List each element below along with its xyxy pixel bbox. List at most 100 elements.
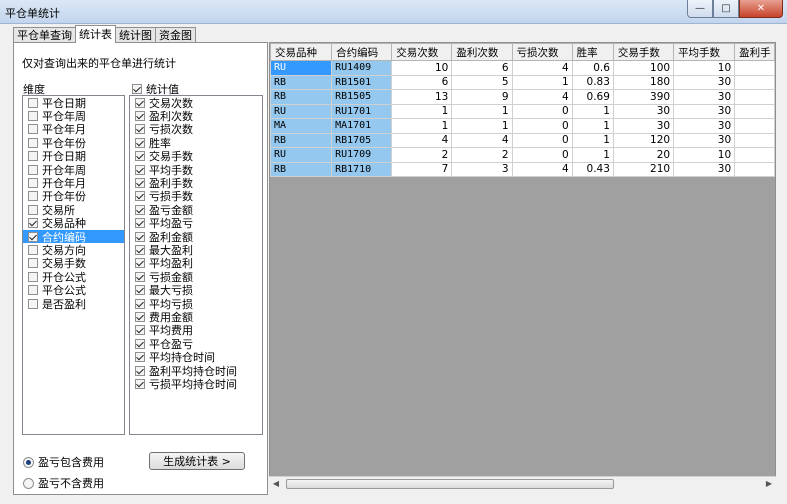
radio-exclude-indicator[interactable] bbox=[23, 477, 34, 489]
table-cell[interactable]: 30 bbox=[673, 161, 736, 177]
table-cell[interactable] bbox=[734, 89, 775, 105]
table-cell[interactable]: 1 bbox=[571, 132, 614, 148]
table-cell[interactable]: 0 bbox=[511, 118, 573, 134]
table-cell[interactable] bbox=[734, 103, 775, 119]
stat-checkbox[interactable] bbox=[135, 352, 145, 363]
stat-checkbox[interactable] bbox=[135, 151, 145, 162]
table-cell[interactable] bbox=[734, 118, 775, 134]
table-cell[interactable]: 1 bbox=[391, 103, 453, 119]
dimension-checkbox[interactable] bbox=[28, 285, 38, 296]
table-cell[interactable]: 1 bbox=[571, 103, 614, 119]
table-cell[interactable]: 13 bbox=[391, 89, 453, 105]
table-cell[interactable]: RU bbox=[270, 147, 333, 163]
table-row[interactable]: RU RU1701 1 1 0 1 30 30 bbox=[270, 103, 775, 119]
table-cell[interactable]: 1 bbox=[451, 103, 513, 119]
tab-1[interactable]: 统计表 bbox=[75, 25, 116, 43]
stat-item[interactable]: 亏损平均持仓时间 bbox=[130, 377, 262, 391]
scroll-thumb[interactable] bbox=[286, 478, 614, 489]
dimension-checkbox[interactable] bbox=[28, 231, 38, 242]
stat-checkbox[interactable] bbox=[135, 285, 145, 296]
column-header[interactable]: 亏损次数 bbox=[511, 43, 573, 61]
column-header[interactable]: 交易品种 bbox=[270, 43, 333, 61]
stat-checkbox[interactable] bbox=[135, 164, 145, 175]
dimension-checkbox[interactable] bbox=[28, 111, 38, 122]
table-cell[interactable]: RB1505 bbox=[331, 89, 393, 105]
close-button[interactable]: ✕ bbox=[739, 0, 783, 18]
dimension-checkbox[interactable] bbox=[28, 151, 38, 162]
table-cell[interactable]: RB bbox=[270, 161, 333, 177]
table-cell[interactable]: 10 bbox=[673, 147, 736, 163]
scroll-track[interactable] bbox=[283, 477, 762, 491]
stat-checkbox[interactable] bbox=[135, 325, 145, 336]
stat-checkbox[interactable] bbox=[135, 137, 145, 148]
table-cell[interactable]: 0 bbox=[511, 132, 573, 148]
table-row[interactable]: RB RB1505 13 9 4 0.69 390 30 bbox=[270, 89, 775, 105]
dimension-checkbox[interactable] bbox=[28, 271, 38, 282]
stat-checkbox[interactable] bbox=[135, 298, 145, 309]
table-cell[interactable]: 30 bbox=[673, 103, 736, 119]
dimension-item[interactable]: 是否盈利 bbox=[23, 297, 124, 311]
column-header[interactable]: 合约编码 bbox=[331, 43, 393, 61]
table-row[interactable]: RB RB1501 6 5 1 0.83 180 30 bbox=[270, 74, 775, 90]
table-cell[interactable]: 30 bbox=[673, 118, 736, 134]
table-cell[interactable]: 6 bbox=[451, 60, 513, 76]
table-cell[interactable]: 120 bbox=[612, 132, 675, 148]
table-cell[interactable]: 4 bbox=[511, 161, 573, 177]
table-cell[interactable]: 210 bbox=[612, 161, 675, 177]
column-header[interactable]: 盈利次数 bbox=[451, 43, 513, 61]
radio-include-indicator[interactable] bbox=[23, 456, 34, 468]
stat-checkbox[interactable] bbox=[135, 111, 145, 122]
column-header[interactable]: 胜率 bbox=[571, 43, 614, 61]
dimension-checkbox[interactable] bbox=[28, 124, 38, 135]
stat-checkbox[interactable] bbox=[135, 244, 145, 255]
stat-checkbox[interactable] bbox=[135, 204, 145, 215]
table-cell[interactable]: 0.69 bbox=[571, 89, 614, 105]
table-cell[interactable]: MA bbox=[270, 118, 333, 134]
stat-checkbox[interactable] bbox=[135, 311, 145, 322]
generate-table-button[interactable]: 生成统计表 > bbox=[149, 452, 245, 470]
table-cell[interactable]: 10 bbox=[391, 60, 453, 76]
tab-2[interactable]: 统计图 bbox=[115, 27, 156, 43]
table-cell[interactable]: RU bbox=[270, 103, 333, 119]
table-cell[interactable]: 6 bbox=[391, 74, 453, 90]
table-cell[interactable]: RB bbox=[270, 132, 333, 148]
table-row[interactable]: RU RU1709 2 2 0 1 20 10 bbox=[270, 147, 775, 163]
table-cell[interactable]: RU bbox=[270, 60, 333, 76]
table-cell[interactable]: RB1501 bbox=[331, 74, 393, 90]
table-cell[interactable]: RB bbox=[270, 89, 333, 105]
dimension-checkbox[interactable] bbox=[28, 164, 38, 175]
table-cell[interactable]: 0.43 bbox=[571, 161, 614, 177]
table-cell[interactable]: 20 bbox=[612, 147, 675, 163]
stat-checkbox[interactable] bbox=[135, 191, 145, 202]
table-cell[interactable]: 0 bbox=[511, 103, 573, 119]
dimension-checkbox[interactable] bbox=[28, 178, 38, 189]
stat-all-checkbox[interactable] bbox=[132, 84, 142, 94]
dimension-checkbox[interactable] bbox=[28, 137, 38, 148]
table-cell[interactable]: RU1409 bbox=[331, 60, 393, 76]
table-cell[interactable]: 2 bbox=[451, 147, 513, 163]
table-cell[interactable]: 4 bbox=[451, 132, 513, 148]
dimension-checkbox[interactable] bbox=[28, 218, 38, 229]
table-cell[interactable]: 0 bbox=[511, 147, 573, 163]
table-cell[interactable]: 0.6 bbox=[571, 60, 614, 76]
dimension-checkbox[interactable] bbox=[28, 244, 38, 255]
table-cell[interactable]: RB1710 bbox=[331, 161, 393, 177]
table-cell[interactable]: 30 bbox=[673, 74, 736, 90]
radio-exclude-fee[interactable]: 盈亏不含费用 bbox=[23, 475, 104, 491]
table-cell[interactable] bbox=[734, 147, 775, 163]
stat-checkbox[interactable] bbox=[135, 97, 145, 108]
table-cell[interactable]: 30 bbox=[612, 118, 675, 134]
table-cell[interactable] bbox=[734, 60, 775, 76]
tab-3[interactable]: 资金图 bbox=[155, 27, 196, 43]
table-row[interactable]: MA MA1701 1 1 0 1 30 30 bbox=[270, 118, 775, 134]
table-cell[interactable]: RU1701 bbox=[331, 103, 393, 119]
table-cell[interactable]: 1 bbox=[511, 74, 573, 90]
table-cell[interactable]: 7 bbox=[391, 161, 453, 177]
stat-checkbox[interactable] bbox=[135, 231, 145, 242]
stat-checkbox[interactable] bbox=[135, 365, 145, 376]
stat-list[interactable]: 交易次数 盈利次数 亏损次数 胜率 交易手数 平均手数 盈利手数 亏损手数 盈亏金额 平均盈亏 盈利… bbox=[129, 95, 263, 435]
dimension-list[interactable]: 平仓日期 平仓年周 平仓年月 平仓年份 开仓日期 开仓年周 开仓年月 开仓年份 交易所 交易品种合… bbox=[22, 95, 125, 435]
table-cell[interactable]: 1 bbox=[571, 147, 614, 163]
table-cell[interactable]: 1 bbox=[391, 118, 453, 134]
dimension-checkbox[interactable] bbox=[28, 258, 38, 269]
